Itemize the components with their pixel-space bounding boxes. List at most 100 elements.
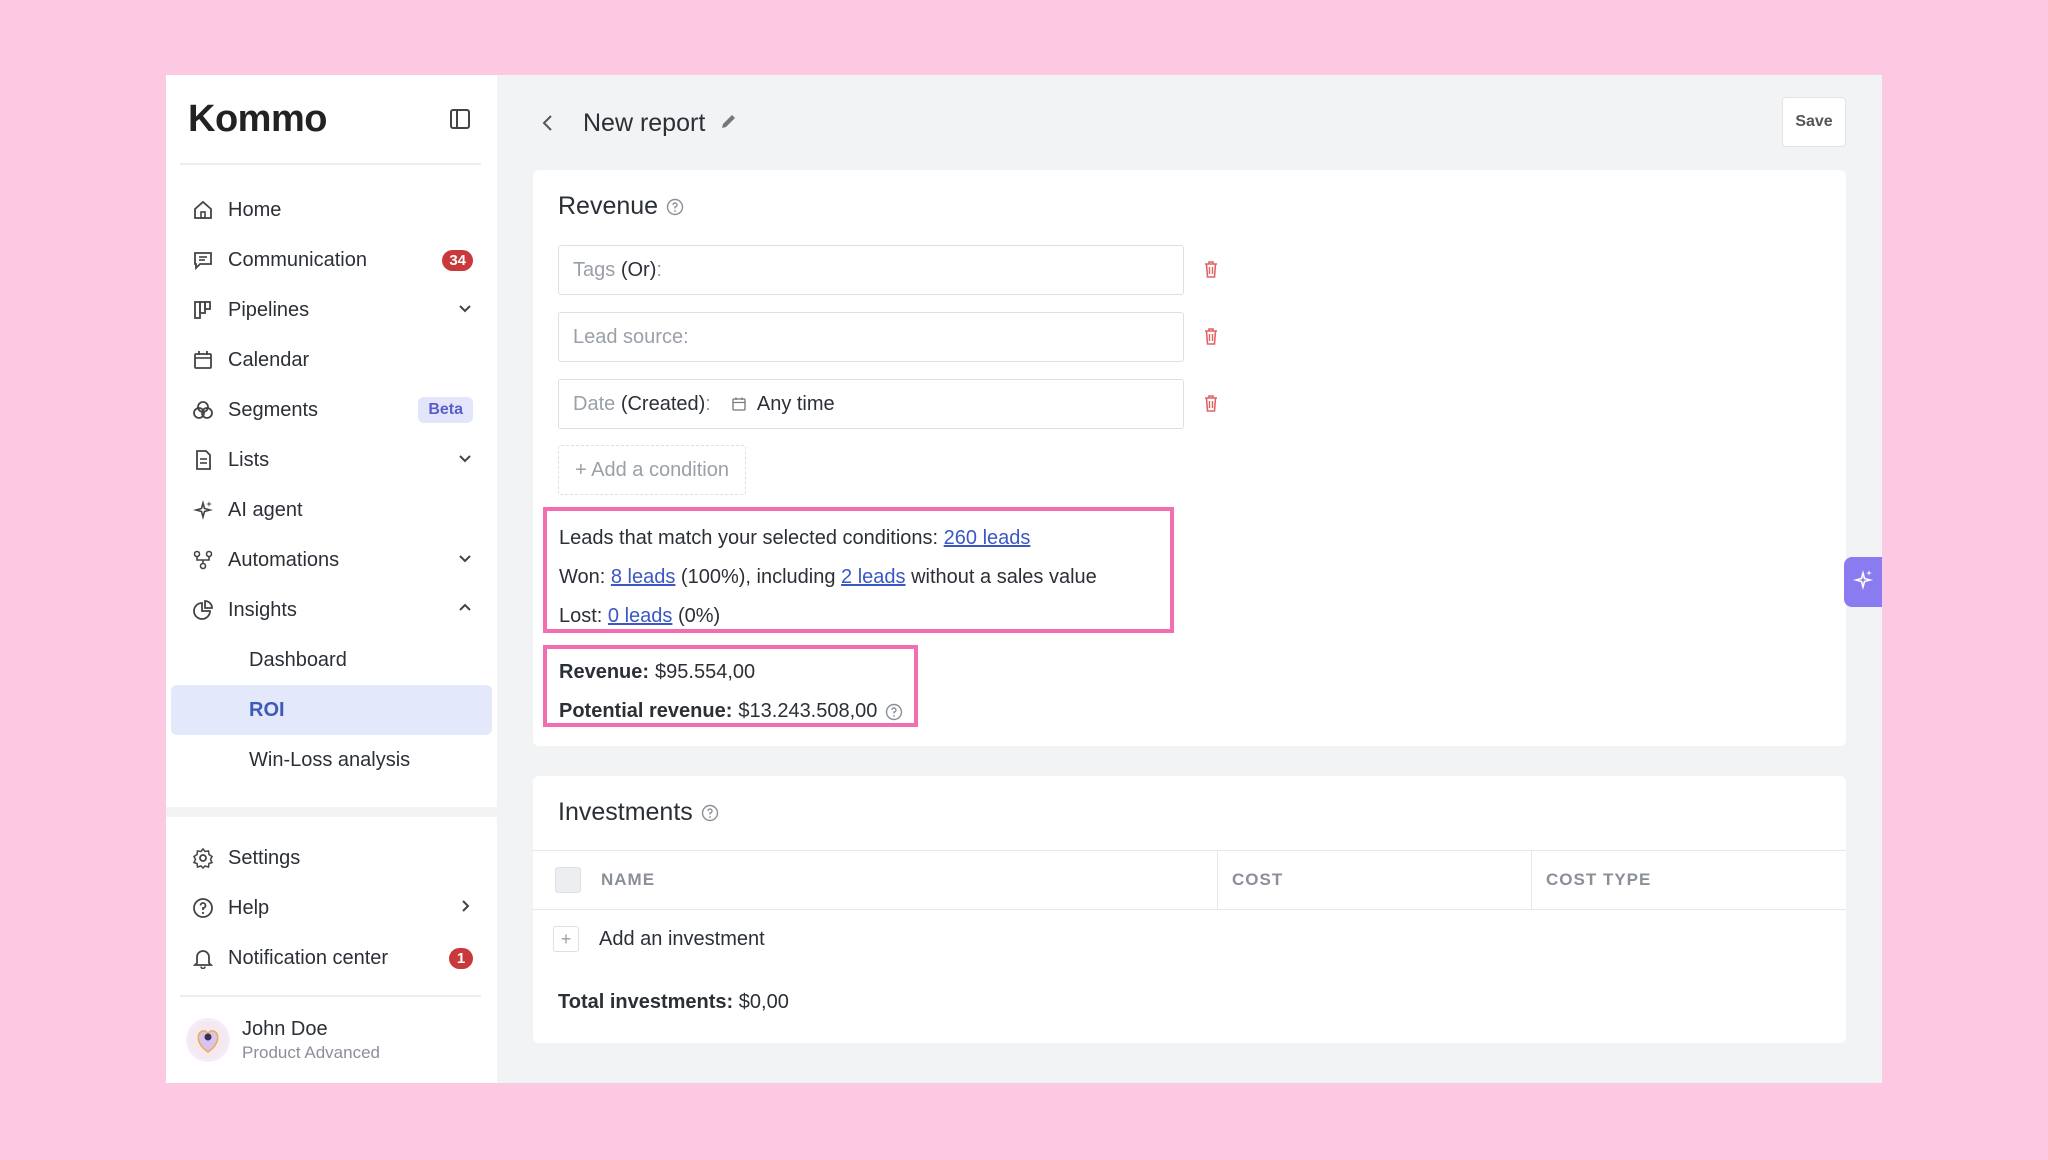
revenue-value: $95.554,00 xyxy=(655,661,756,683)
bell-icon xyxy=(190,945,216,971)
no-value-leads-link[interactable]: 2 leads xyxy=(841,566,906,588)
beta-badge: Beta xyxy=(418,397,473,423)
logo-row: Kommo xyxy=(180,75,481,165)
lists-icon xyxy=(190,447,216,473)
help-circle-icon[interactable] xyxy=(666,198,684,216)
sidebar-item-label: Communication xyxy=(228,248,367,271)
date-condition-field[interactable]: Date (Created): Any time xyxy=(558,379,1184,429)
tags-condition-field[interactable]: Tags (Or): xyxy=(558,245,1184,295)
add-condition-button[interactable]: + Add a condition xyxy=(558,445,746,495)
help-icon xyxy=(190,895,216,921)
condition-row-lead-source: Lead source: xyxy=(558,312,1222,362)
sidebar-item-label: Segments xyxy=(228,398,319,421)
trash-icon[interactable] xyxy=(1202,326,1222,348)
sidebar-item-settings[interactable]: Settings xyxy=(166,833,497,883)
investments-section-title: Investments xyxy=(558,798,719,827)
investments-title: Investments xyxy=(558,798,693,826)
user-name: John Doe xyxy=(242,1017,328,1040)
main-content: New report Save Revenue Tags (Or): Lead … xyxy=(497,75,1882,1083)
column-header-cost-type[interactable]: COST TYPE xyxy=(1532,851,1846,909)
column-header-name[interactable]: NAME xyxy=(533,851,1218,909)
save-button[interactable]: Save xyxy=(1782,97,1846,147)
sparkles-icon xyxy=(190,497,216,523)
chat-icon xyxy=(190,247,216,273)
condition-label: Tags xyxy=(573,258,616,281)
column-header-cost[interactable]: COST xyxy=(1218,851,1532,909)
help-circle-icon[interactable] xyxy=(885,703,903,721)
calendar-small-icon xyxy=(731,396,747,412)
stats-text: (0%) xyxy=(672,605,721,627)
user-profile[interactable]: John Doe Product Advanced xyxy=(180,995,481,1083)
condition-label: Date xyxy=(573,392,616,415)
sidebar-item-ai-agent[interactable]: AI agent xyxy=(166,485,497,535)
chevron-down-icon[interactable] xyxy=(457,299,473,322)
topbar: New report Save xyxy=(497,75,1882,171)
sidebar-item-label: Settings xyxy=(228,846,301,869)
plus-icon: + xyxy=(553,926,579,952)
total-investments-label: Total investments: xyxy=(558,991,734,1013)
chevron-down-icon[interactable] xyxy=(457,549,473,572)
sidebar-subitem-roi[interactable]: ROI xyxy=(171,685,492,735)
pencil-edit-icon[interactable] xyxy=(719,111,739,136)
investments-card: Investments NAME COST COST TYPE + Add an… xyxy=(533,776,1846,1043)
user-plan: Product Advanced xyxy=(242,1042,380,1062)
potential-revenue-line: Potential revenue: $13.243.508,00 xyxy=(559,692,914,731)
kommo-logo[interactable]: Kommo xyxy=(188,98,327,141)
chevron-down-icon[interactable] xyxy=(457,449,473,472)
revenue-line: Revenue: $95.554,00 xyxy=(559,653,914,692)
home-icon xyxy=(190,197,216,223)
sidebar-item-lists[interactable]: Lists xyxy=(166,435,497,485)
matching-leads-line: Leads that match your selected condition… xyxy=(559,519,1170,558)
condition-qualifier: (Or) xyxy=(620,258,657,281)
chevron-up-icon[interactable] xyxy=(457,599,473,622)
sidebar-item-help[interactable]: Help xyxy=(166,883,497,933)
trash-icon[interactable] xyxy=(1202,393,1222,415)
revenue-totals-highlight: Revenue: $95.554,00 Potential revenue: $13… xyxy=(543,645,918,727)
sidebar-item-home[interactable]: Home xyxy=(166,185,497,235)
ai-assistant-button[interactable] xyxy=(1844,557,1882,607)
sidebar-item-communication[interactable]: Communication 34 xyxy=(166,235,497,285)
sidebar-subitem-win-loss[interactable]: Win-Loss analysis xyxy=(171,735,492,785)
help-circle-icon[interactable] xyxy=(701,804,719,822)
condition-colon: : xyxy=(705,392,711,415)
avatar xyxy=(186,1018,230,1062)
sidebar-item-label: Help xyxy=(228,896,270,919)
sidebar-item-label: Automations xyxy=(228,548,340,571)
sidebar-item-calendar[interactable]: Calendar xyxy=(166,335,497,385)
pipelines-icon xyxy=(190,297,216,323)
sidebar-item-pipelines[interactable]: Pipelines xyxy=(166,285,497,335)
potential-revenue-label: Potential revenue: xyxy=(559,700,733,722)
back-arrow-icon[interactable] xyxy=(533,108,563,138)
sidebar-item-label: Calendar xyxy=(228,348,310,371)
gear-icon xyxy=(190,845,216,871)
lead-stats-highlight: Leads that match your selected condition… xyxy=(543,507,1174,633)
stats-text: without a sales value xyxy=(905,566,1097,588)
sidebar-item-automations[interactable]: Automations xyxy=(166,535,497,585)
sidebar-item-notifications[interactable]: Notification center 1 xyxy=(166,933,497,983)
sidebar-subitem-dashboard[interactable]: Dashboard xyxy=(171,635,492,685)
won-leads-line: Won: 8 leads (100%), including 2 leads w… xyxy=(559,558,1170,597)
trash-icon[interactable] xyxy=(1202,259,1222,281)
date-range-value[interactable]: Any time xyxy=(757,393,835,416)
investments-table-header: NAME COST COST TYPE xyxy=(533,850,1846,910)
matching-leads-link[interactable]: 260 leads xyxy=(944,527,1031,549)
potential-revenue-value: $13.243.508,00 xyxy=(738,700,878,722)
lost-leads-link[interactable]: 0 leads xyxy=(608,605,673,627)
unread-count-badge: 34 xyxy=(442,249,473,271)
sidebar-item-label: Insights xyxy=(228,598,297,621)
total-investments-value: $0,00 xyxy=(738,991,789,1013)
sidebar-item-label: Lists xyxy=(228,448,270,471)
revenue-card: Revenue Tags (Or): Lead source: Date (Cr… xyxy=(533,170,1846,746)
lead-source-condition-field[interactable]: Lead source: xyxy=(558,312,1184,362)
sidebar-item-insights[interactable]: Insights xyxy=(166,585,497,635)
sidebar-item-segments[interactable]: Segments Beta xyxy=(166,385,497,435)
won-leads-link[interactable]: 8 leads xyxy=(611,566,676,588)
stats-text: (100%), including xyxy=(675,566,842,588)
select-all-checkbox[interactable] xyxy=(555,867,581,893)
total-investments: Total investments: $0,00 xyxy=(558,991,789,1014)
add-investment-button[interactable]: + Add an investment xyxy=(553,926,765,952)
sidebar-toggle-icon[interactable] xyxy=(447,106,473,132)
stats-text: Leads that match your selected condition… xyxy=(559,527,944,549)
chevron-right-icon[interactable] xyxy=(457,897,473,920)
sidebar-item-label: Notification center xyxy=(228,946,389,969)
